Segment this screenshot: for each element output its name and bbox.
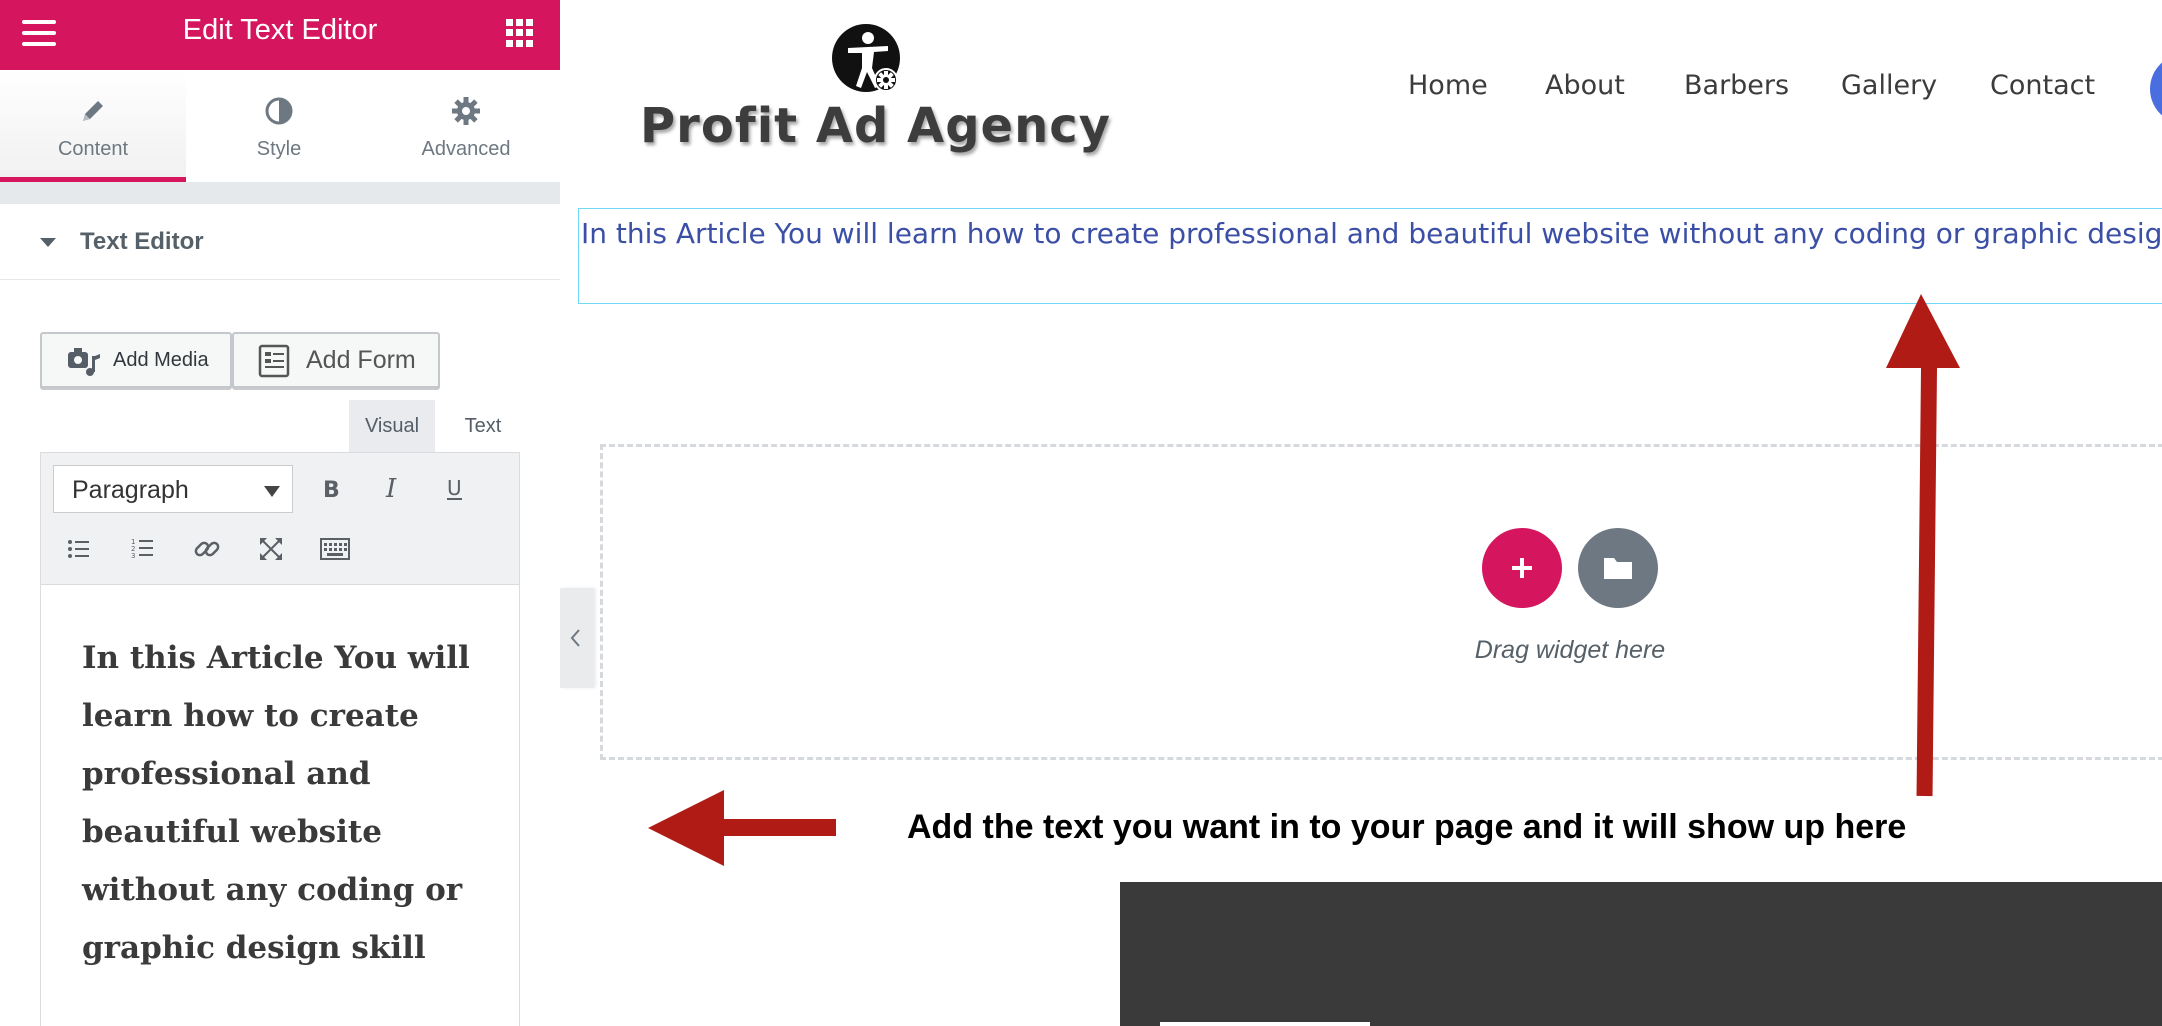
fullscreen-icon — [260, 538, 282, 560]
tab-visual[interactable]: Visual — [349, 400, 435, 452]
tab-style-label: Style — [256, 138, 302, 160]
add-form-label: Add Form — [306, 346, 416, 374]
link-button[interactable] — [185, 527, 229, 571]
collapse-panel-handle[interactable] — [560, 588, 594, 688]
chevron-down-icon — [264, 486, 280, 497]
svg-text:U: U — [447, 476, 462, 500]
drag-widget-label: Drag widget here — [1474, 636, 1666, 664]
annotation-text: Add the text you want in to your page an… — [907, 808, 1907, 846]
panel-header: Edit Text Editor — [0, 0, 560, 70]
svg-text:3: 3 — [131, 552, 135, 560]
caret-down-icon — [40, 238, 56, 247]
hamburger-menu-icon[interactable] — [22, 18, 58, 48]
section-toggle-text-editor[interactable]: Text Editor — [0, 204, 560, 280]
chevron-left-icon — [570, 629, 580, 647]
bold-icon: B — [323, 478, 340, 501]
pencil-icon — [83, 101, 103, 121]
svg-text:I: I — [385, 476, 397, 502]
site-logo[interactable]: Profit Ad Agency — [640, 24, 1110, 164]
empty-section-dropzone[interactable] — [600, 444, 2162, 760]
panel-tabs: Content Style Advanced — [0, 70, 560, 182]
tab-advanced[interactable]: Advanced — [372, 70, 560, 182]
editor-text[interactable]: In this Article You will learn how to cr… — [82, 629, 482, 977]
contrast-icon — [265, 97, 293, 125]
section-title: Text Editor — [80, 228, 204, 255]
widget-text: In this Article You will learn how to cr… — [581, 217, 2162, 250]
tab-content[interactable]: Content — [0, 70, 186, 182]
add-media-button[interactable]: Add Media — [40, 332, 232, 388]
underline-icon: U — [447, 476, 462, 500]
nav-item-gallery[interactable]: Gallery — [1841, 70, 1937, 101]
plus-icon — [1512, 558, 1532, 578]
add-media-label: Add Media — [113, 349, 209, 371]
svg-text:B: B — [323, 478, 340, 501]
editor-panel: Edit Text Editor Content Style Advanced … — [0, 0, 560, 1026]
bold-button[interactable]: B — [309, 467, 353, 511]
toolbar-toggle-button[interactable] — [313, 527, 357, 571]
nav-item-home[interactable]: Home — [1408, 70, 1488, 101]
accessibility-gear-icon — [832, 24, 900, 92]
panel-title: Edit Text Editor — [182, 14, 378, 46]
fullscreen-button[interactable] — [249, 527, 293, 571]
underline-button[interactable]: U — [433, 467, 477, 511]
tab-style[interactable]: Style — [186, 70, 372, 182]
italic-icon: I — [385, 476, 397, 502]
add-section-button[interactable] — [1482, 528, 1562, 608]
add-form-button[interactable]: Add Form — [232, 332, 440, 388]
nav-item-about[interactable]: About — [1545, 70, 1625, 101]
keyboard-icon — [320, 538, 350, 560]
tab-content-label: Content — [57, 138, 129, 160]
text-editor-widget[interactable]: In this Article You will learn how to cr… — [578, 208, 2162, 304]
editor-toolbar: Paragraph B I U 1 2 3 — [41, 453, 519, 585]
add-template-button[interactable] — [1578, 528, 1658, 608]
tabs-divider — [0, 182, 560, 204]
format-select-value: Paragraph — [72, 476, 189, 504]
nav-button-circle[interactable] — [2150, 54, 2162, 124]
camera-music-icon — [68, 348, 100, 376]
format-select[interactable]: Paragraph — [53, 465, 293, 513]
logo-text: Profit Ad Agency — [640, 98, 1112, 154]
bullet-list-icon — [68, 540, 89, 558]
form-icon — [258, 344, 290, 378]
widgets-grid-icon[interactable] — [506, 19, 534, 47]
nav-item-barbers[interactable]: Barbers — [1684, 70, 1789, 101]
page-preview: Profit Ad Agency Home About Barbers Gall… — [560, 0, 2162, 1026]
site-footer — [1120, 882, 2162, 1026]
app-window: Edit Text Editor Content Style Advanced … — [0, 0, 2162, 1026]
footer-element — [1160, 1022, 1370, 1026]
italic-button[interactable]: I — [371, 467, 415, 511]
wysiwyg-editor: Paragraph B I U 1 2 3 In this Article Yo… — [40, 452, 520, 1026]
numbered-list-button[interactable]: 1 2 3 — [121, 527, 165, 571]
tab-advanced-label: Advanced — [421, 138, 511, 160]
link-icon — [194, 541, 220, 557]
folder-icon — [1604, 558, 1632, 579]
numbered-list-icon: 1 2 3 — [131, 538, 153, 560]
nav-item-contact[interactable]: Contact — [1990, 70, 2095, 101]
tab-text[interactable]: Text — [446, 400, 520, 452]
bullet-list-button[interactable] — [57, 527, 101, 571]
editor-body[interactable]: In this Article You will learn how to cr… — [41, 585, 519, 1026]
gear-icon — [452, 97, 480, 125]
